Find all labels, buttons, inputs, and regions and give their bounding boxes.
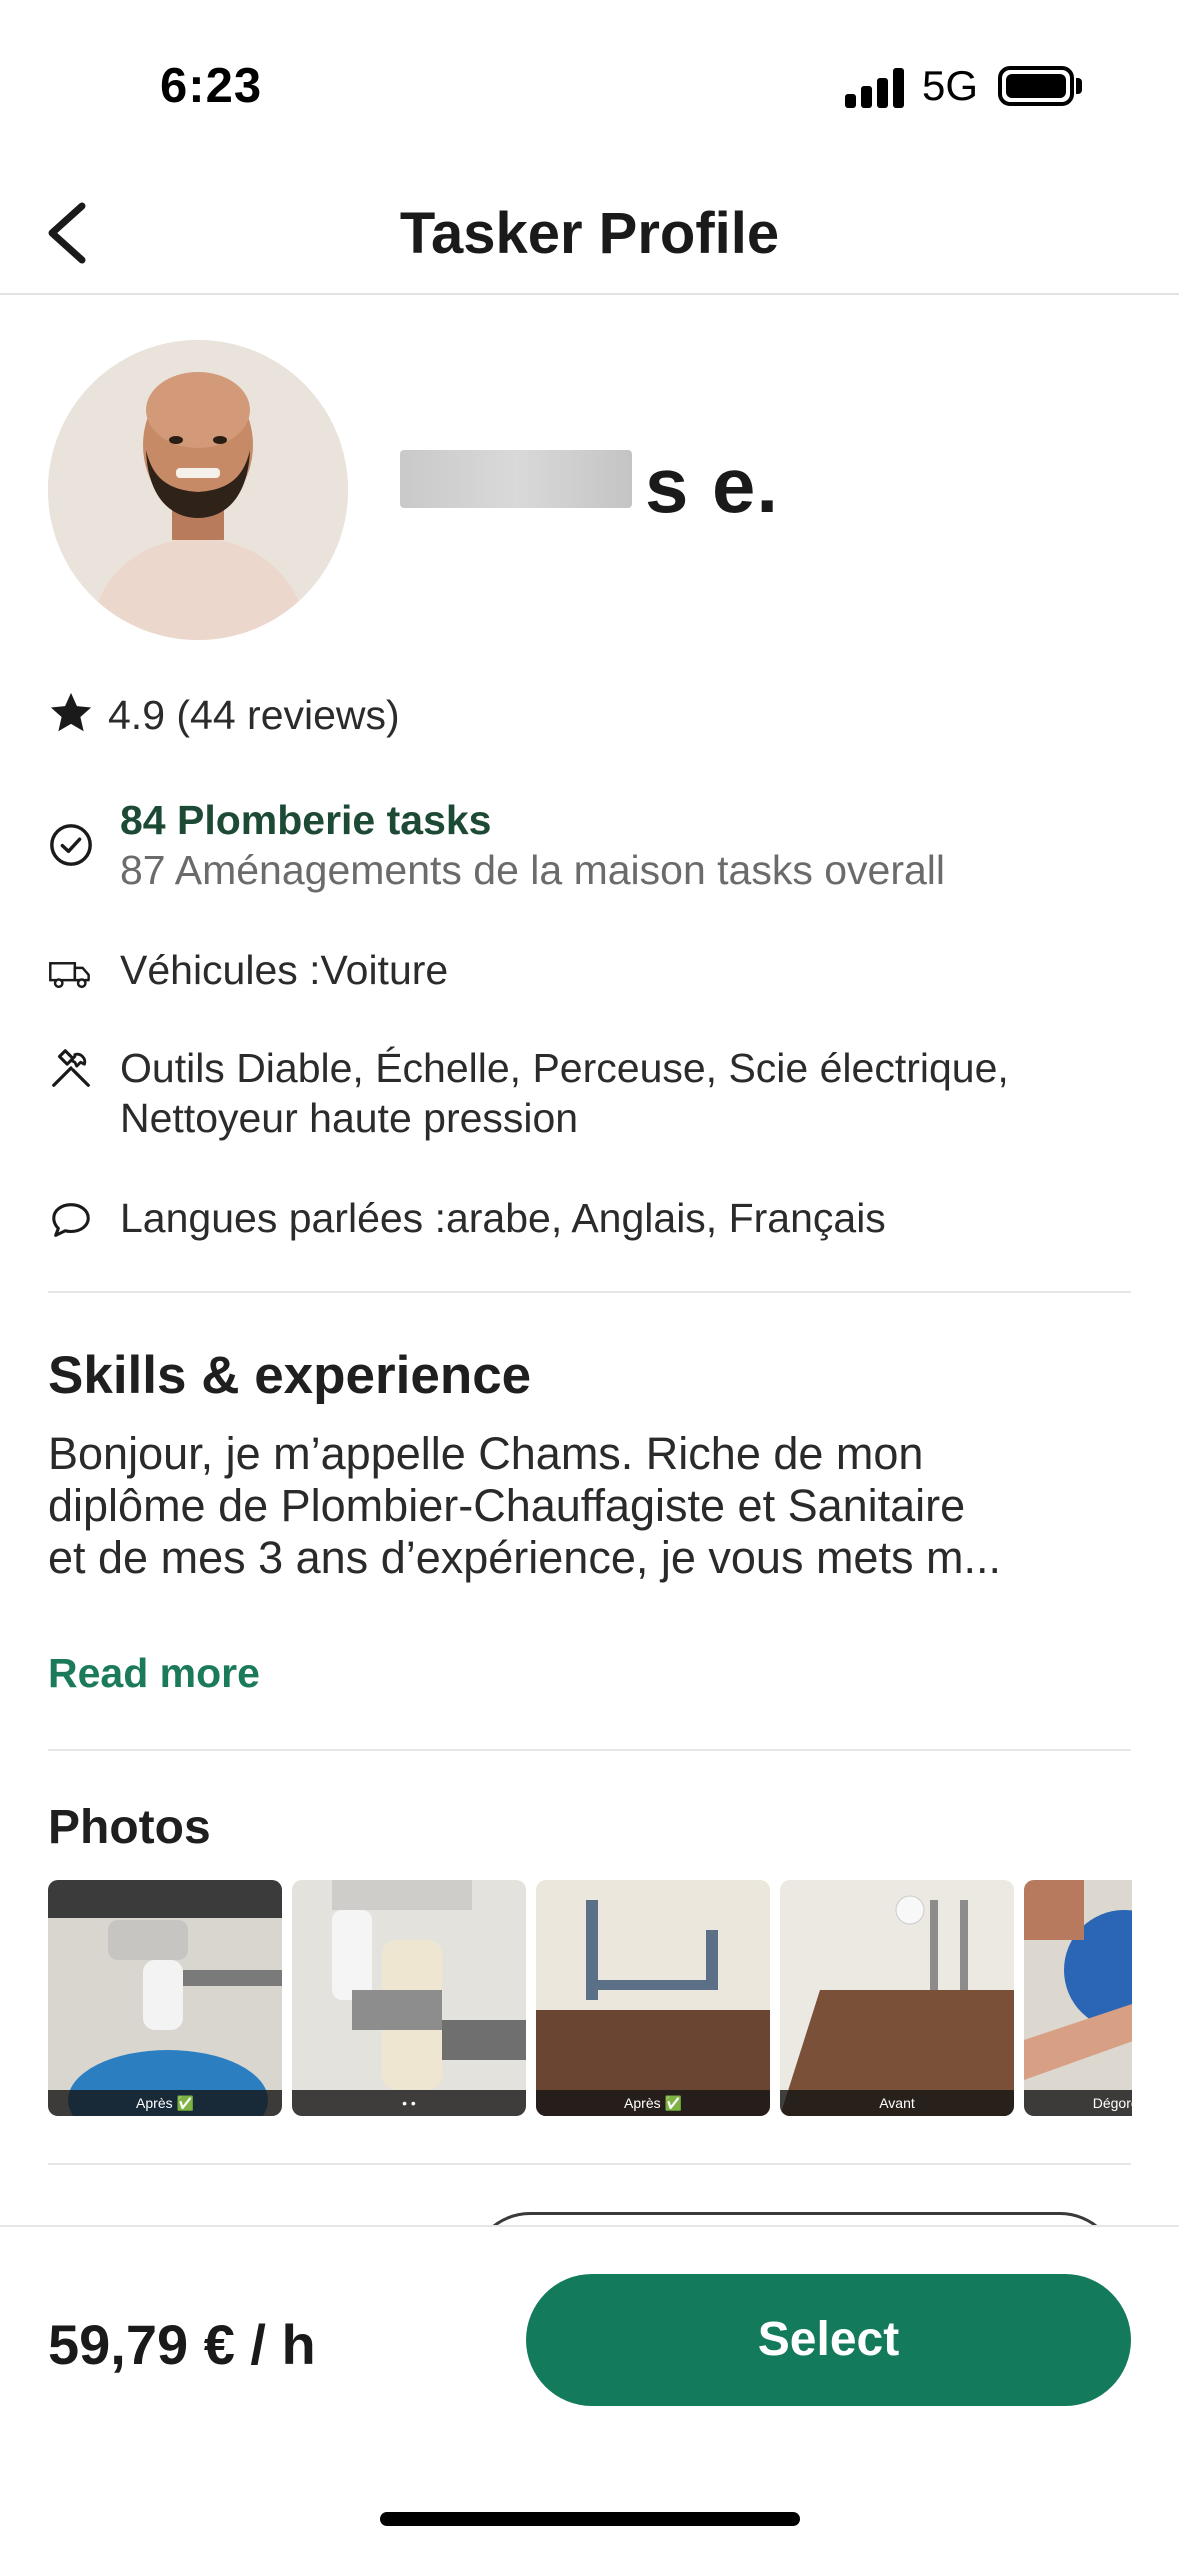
photo-thumbnail[interactable]: Dégorgement é — [1024, 1880, 1132, 2116]
star-icon — [50, 692, 92, 732]
rating-row: 4.9 (44 reviews) — [48, 690, 1148, 750]
header: Tasker Profile — [0, 150, 1179, 295]
photo-thumbnail[interactable]: Après ✅ — [536, 1880, 770, 2116]
photos-strip[interactable]: Après ✅ • • Après ✅ Avant Dégor — [48, 1880, 1132, 2116]
divider — [48, 2163, 1131, 2165]
vehicles-text: Véhicules :Voiture — [120, 947, 449, 993]
photo-caption: Dégorgement é — [1024, 2090, 1132, 2116]
read-more-link[interactable]: Read more — [48, 1650, 260, 1697]
photos-title: Photos — [48, 1801, 211, 1854]
select-button[interactable]: Select — [526, 2274, 1131, 2406]
photo-thumbnail[interactable]: • • — [292, 1880, 526, 2116]
signal-icon — [845, 68, 905, 108]
status-time: 6:23 — [160, 59, 263, 113]
tasker-profile-screen: 6:23 5G Tasker Profile s e. 4.9 (44 revi… — [0, 0, 1179, 2556]
photo-thumbnail[interactable]: Après ✅ — [48, 1880, 282, 2116]
battery-tip — [1076, 78, 1082, 94]
bio-line-2: diplôme de Plombier-Chauffagiste et Sani… — [48, 1480, 966, 1531]
category-tasks-count: 84 Plomberie tasks — [120, 797, 492, 843]
home-indicator — [380, 2512, 800, 2526]
tasker-name-suffix: s e. — [645, 441, 780, 529]
vehicles-row: Véhicules :Voiture — [48, 945, 1148, 1005]
chat-bubble-icon — [52, 1203, 90, 1237]
tools-line-2: Nettoyeur haute pression — [120, 1095, 579, 1141]
network-label: 5G — [922, 62, 979, 109]
overall-tasks-count: 87 Aménagements de la maison tasks overa… — [120, 847, 946, 893]
languages-row: Langues parlées :arabe, Anglais, Françai… — [48, 1193, 1148, 1253]
check-circle-icon — [50, 824, 92, 866]
skills-bio: Bonjour, je m’appelle Chams. Riche de mo… — [48, 1428, 1138, 1584]
tools-line-1: Outils Diable, Échelle, Perceuse, Scie é… — [120, 1045, 1009, 1091]
truck-icon — [49, 962, 90, 989]
photo-caption: Avant — [780, 2090, 1014, 2116]
bio-line-3: et de mes 3 ans d’expérience, je vous me… — [48, 1532, 1001, 1583]
avatar — [48, 340, 348, 640]
status-bar: 6:23 5G — [0, 0, 1179, 150]
tools-row: Outils Diable, Échelle, Perceuse, Scie é… — [48, 1043, 1148, 1153]
rating-text: 4.9 (44 reviews) — [108, 692, 400, 738]
tools-icon — [52, 1049, 90, 1087]
skills-title: Skills & experience — [48, 1346, 532, 1405]
divider — [48, 1749, 1131, 1751]
hourly-price: 59,79 € / h — [48, 2313, 316, 2376]
photo-thumbnail[interactable]: Avant — [780, 1880, 1014, 2116]
tasks-row: 84 Plomberie tasks 87 Aménagements de la… — [48, 795, 1148, 905]
languages-text: Langues parlées :arabe, Anglais, Françai… — [120, 1195, 886, 1241]
photo-caption: Après ✅ — [536, 2090, 770, 2116]
bio-line-1: Bonjour, je m’appelle Chams. Riche de mo… — [48, 1428, 924, 1479]
name-redaction — [400, 450, 632, 508]
photo-caption: • • — [292, 2090, 526, 2116]
photo-caption: Après ✅ — [48, 2090, 282, 2116]
divider — [48, 1291, 1131, 1293]
battery-icon — [998, 66, 1074, 106]
page-title: Tasker Profile — [399, 201, 780, 266]
